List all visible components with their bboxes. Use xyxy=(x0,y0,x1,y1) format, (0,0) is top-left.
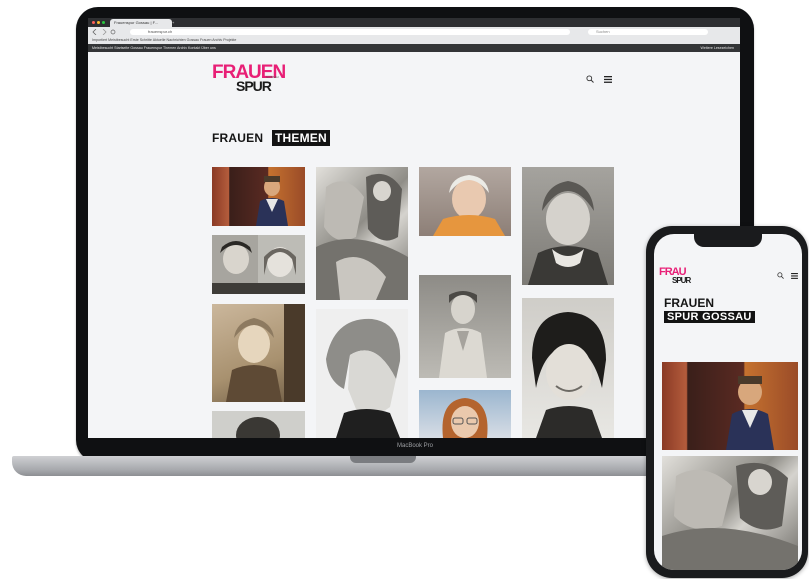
new-tab-button[interactable]: + xyxy=(172,19,178,27)
photo-woman-glasses[interactable] xyxy=(419,390,511,438)
photo-historic-woman[interactable] xyxy=(419,275,511,378)
more-bookmarks-label[interactable]: Weitere Lesezeichen xyxy=(701,44,735,52)
minimize-window-icon[interactable] xyxy=(97,21,100,24)
historic-portrait-icon xyxy=(439,291,487,378)
group-scene-icon xyxy=(316,173,408,300)
child-figure-icon xyxy=(256,176,288,226)
two-faces-icon xyxy=(212,235,305,294)
bookmarks-bar[interactable]: Importiert Meistbesucht Erste Schritte A… xyxy=(88,37,740,44)
browser-tab-title: Frauenspur Gossau | F... xyxy=(114,20,158,25)
woman-profile-icon xyxy=(326,318,401,438)
bookmarks-menu-bar[interactable]: Meistbesucht Startseite Gossau Frauenspu… xyxy=(88,44,740,52)
site-logo-small: GOSSAU xyxy=(266,75,279,79)
photo-group-sketch[interactable] xyxy=(316,167,408,300)
laptop-notch xyxy=(350,456,416,463)
photo-woman-sepia[interactable] xyxy=(212,304,305,402)
sixties-portrait-icon xyxy=(532,312,606,438)
woman-glasses-icon xyxy=(442,398,488,438)
navigation-arrows-icon[interactable] xyxy=(92,29,116,35)
site-logo-bottom[interactable]: SPUR xyxy=(236,78,272,94)
photo-child-portrait[interactable] xyxy=(212,167,305,226)
hamburger-menu-icon[interactable] xyxy=(791,273,798,279)
phone-site-logo-bottom[interactable]: SPUR xyxy=(672,276,691,285)
laptop-model-label: MacBook Pro xyxy=(396,443,433,449)
woman-portrait-icon xyxy=(226,304,305,402)
page-title: FRAUEN xyxy=(212,131,264,145)
url-input[interactable]: frauenspur.ch xyxy=(130,29,570,35)
photo-woman-profile[interactable] xyxy=(316,309,408,438)
child-figure-icon xyxy=(726,376,774,450)
phone-page-title-highlight: SPUR GOSSAU xyxy=(664,311,755,323)
page-title-highlight: THEMEN xyxy=(272,130,330,146)
hamburger-menu-icon[interactable] xyxy=(604,76,612,83)
close-window-icon[interactable] xyxy=(92,21,95,24)
browser-search-input[interactable]: Suchen xyxy=(588,29,708,35)
partial-portrait-icon xyxy=(236,417,280,438)
photo-woman-sixties[interactable] xyxy=(522,298,614,438)
elder-portrait-icon xyxy=(433,175,505,236)
search-icon[interactable] xyxy=(777,272,784,279)
laptop-screen: Frauenspur Gossau | F... + frauenspur.ch… xyxy=(88,18,740,438)
group-scene-icon xyxy=(662,462,798,570)
phone-page-title: FRAUEN xyxy=(664,296,714,310)
browser-tab-bar: Frauenspur Gossau | F... + xyxy=(88,18,740,27)
photo-elder-woman[interactable] xyxy=(522,167,614,285)
phone-photo-group[interactable] xyxy=(662,456,798,570)
photo-partial-bottom[interactable] xyxy=(212,411,305,438)
phone-photo-child[interactable] xyxy=(662,362,798,450)
elder-woman-icon xyxy=(528,181,608,285)
photo-smiling-elder[interactable] xyxy=(419,167,511,236)
search-icon[interactable] xyxy=(586,75,594,83)
maximize-window-icon[interactable] xyxy=(102,21,105,24)
photo-two-women[interactable] xyxy=(212,235,305,294)
phone-notch xyxy=(694,234,762,247)
browser-tab-active[interactable]: Frauenspur Gossau | F... xyxy=(110,19,172,27)
